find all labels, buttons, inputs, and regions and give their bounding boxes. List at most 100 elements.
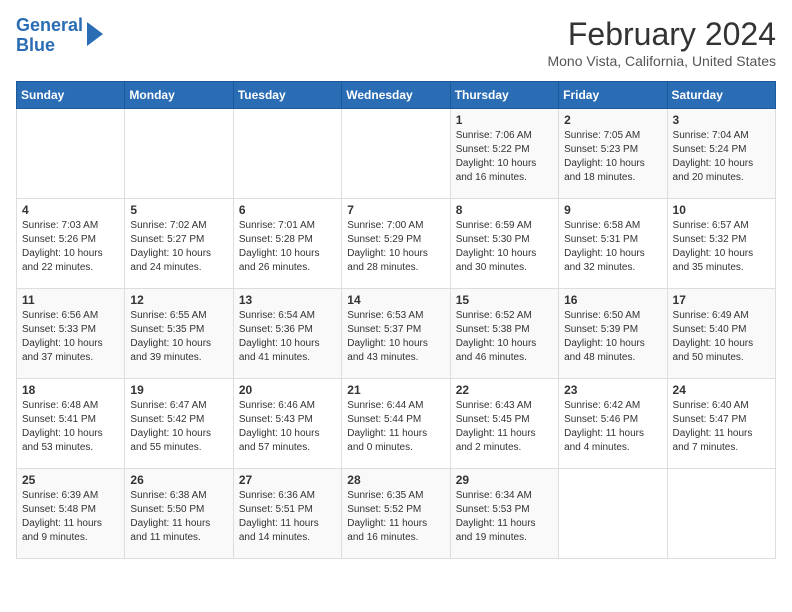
logo-arrow-icon [87,22,103,46]
calendar-cell [559,469,667,559]
calendar-cell: 25Sunrise: 6:39 AM Sunset: 5:48 PM Dayli… [17,469,125,559]
calendar-cell: 21 Sunrise: 6:44 AM Sunset: 5:44 PM Dayli… [342,379,450,469]
calendar-cell: 19 Sunrise: 6:47 AM Sunset: 5:42 PM Dayli… [125,379,233,469]
day-number: 25 [22,473,119,487]
calendar-week-3: 11 Sunrise: 6:56 AM Sunset: 5:33 PM Dayli… [17,289,776,379]
header: General Blue February 2024 Mono Vista, C… [16,16,776,69]
day-number: 6 [239,203,336,217]
day-content: Sunrise: 7:05 AM Sunset: 5:23 PM Dayligh… [564,129,661,185]
day-content: Sunrise: 6:42 AM Sunset: 5:46 PM Dayligh… [564,399,661,455]
month-title: February 2024 [547,16,776,53]
day-number: 16 [564,293,661,307]
day-content: Sunrise: 7:02 AM Sunset: 5:27 PM Dayligh… [130,219,227,275]
day-header-wednesday: Wednesday [342,82,450,109]
day-number: 15 [456,293,553,307]
day-content: Sunrise: 6:35 AM Sunset: 5:52 PM Dayligh… [347,489,444,545]
day-number: 13 [239,293,336,307]
calendar-cell [17,109,125,199]
day-content: Sunrise: 7:03 AM Sunset: 5:26 PM Dayligh… [22,219,119,275]
calendar-week-1: 1Sunrise: 7:06 AM Sunset: 5:22 PM Daylig… [17,109,776,199]
day-number: 19 [130,383,227,397]
calendar-week-5: 25Sunrise: 6:39 AM Sunset: 5:48 PM Dayli… [17,469,776,559]
calendar-cell [125,109,233,199]
day-content: Sunrise: 6:52 AM Sunset: 5:38 PM Dayligh… [456,309,553,365]
day-content: Sunrise: 6:43 AM Sunset: 5:45 PM Dayligh… [456,399,553,455]
calendar-cell: 12Sunrise: 6:55 AM Sunset: 5:35 PM Dayli… [125,289,233,379]
day-number: 17 [673,293,770,307]
day-number: 26 [130,473,227,487]
day-number: 23 [564,383,661,397]
day-content: Sunrise: 6:47 AM Sunset: 5:42 PM Dayligh… [130,399,227,455]
day-number: 8 [456,203,553,217]
day-content: Sunrise: 6:38 AM Sunset: 5:50 PM Dayligh… [130,489,227,545]
day-number: 1 [456,113,553,127]
calendar-cell: 23 Sunrise: 6:42 AM Sunset: 5:46 PM Dayli… [559,379,667,469]
day-number: 28 [347,473,444,487]
day-number: 22 [456,383,553,397]
day-header-thursday: Thursday [450,82,558,109]
logo-text: General Blue [16,16,83,56]
calendar-cell: 11 Sunrise: 6:56 AM Sunset: 5:33 PM Dayli… [17,289,125,379]
calendar-cell: 17 Sunrise: 6:49 AM Sunset: 5:40 PM Dayli… [667,289,775,379]
calendar-cell [667,469,775,559]
day-number: 18 [22,383,119,397]
day-number: 7 [347,203,444,217]
days-header-row: SundayMondayTuesdayWednesdayThursdayFrid… [17,82,776,109]
day-content: Sunrise: 6:56 AM Sunset: 5:33 PM Dayligh… [22,309,119,365]
title-area: February 2024 Mono Vista, California, Un… [547,16,776,69]
logo-general: General [16,15,83,35]
calendar-cell: 26 Sunrise: 6:38 AM Sunset: 5:50 PM Dayli… [125,469,233,559]
calendar-cell: 22 Sunrise: 6:43 AM Sunset: 5:45 PM Dayli… [450,379,558,469]
calendar-cell: 10Sunrise: 6:57 AM Sunset: 5:32 PM Dayli… [667,199,775,289]
day-content: Sunrise: 6:58 AM Sunset: 5:31 PM Dayligh… [564,219,661,275]
day-number: 27 [239,473,336,487]
day-number: 3 [673,113,770,127]
day-content: Sunrise: 6:59 AM Sunset: 5:30 PM Dayligh… [456,219,553,275]
day-content: Sunrise: 7:01 AM Sunset: 5:28 PM Dayligh… [239,219,336,275]
day-content: Sunrise: 6:50 AM Sunset: 5:39 PM Dayligh… [564,309,661,365]
day-content: Sunrise: 7:04 AM Sunset: 5:24 PM Dayligh… [673,129,770,185]
calendar-cell: 9 Sunrise: 6:58 AM Sunset: 5:31 PM Daylig… [559,199,667,289]
day-content: Sunrise: 6:36 AM Sunset: 5:51 PM Dayligh… [239,489,336,545]
location: Mono Vista, California, United States [547,53,776,69]
day-header-tuesday: Tuesday [233,82,341,109]
day-number: 9 [564,203,661,217]
day-content: Sunrise: 6:34 AM Sunset: 5:53 PM Dayligh… [456,489,553,545]
calendar-body: 1Sunrise: 7:06 AM Sunset: 5:22 PM Daylig… [17,109,776,559]
calendar-cell: 20Sunrise: 6:46 AM Sunset: 5:43 PM Dayli… [233,379,341,469]
logo: General Blue [16,16,103,56]
logo-blue: Blue [16,35,55,55]
calendar-cell: 18Sunrise: 6:48 AM Sunset: 5:41 PM Dayli… [17,379,125,469]
calendar-cell: 6 Sunrise: 7:01 AM Sunset: 5:28 PM Daylig… [233,199,341,289]
calendar-week-2: 4 Sunrise: 7:03 AM Sunset: 5:26 PM Daylig… [17,199,776,289]
day-content: Sunrise: 6:57 AM Sunset: 5:32 PM Dayligh… [673,219,770,275]
day-header-sunday: Sunday [17,82,125,109]
day-number: 21 [347,383,444,397]
day-number: 11 [22,293,119,307]
calendar-week-4: 18Sunrise: 6:48 AM Sunset: 5:41 PM Dayli… [17,379,776,469]
day-number: 14 [347,293,444,307]
day-number: 5 [130,203,227,217]
calendar-cell: 2Sunrise: 7:05 AM Sunset: 5:23 PM Daylig… [559,109,667,199]
day-content: Sunrise: 6:40 AM Sunset: 5:47 PM Dayligh… [673,399,770,455]
day-content: Sunrise: 6:53 AM Sunset: 5:37 PM Dayligh… [347,309,444,365]
calendar-cell: 29 Sunrise: 6:34 AM Sunset: 5:53 PM Dayli… [450,469,558,559]
day-content: Sunrise: 6:49 AM Sunset: 5:40 PM Dayligh… [673,309,770,365]
calendar-cell: 14 Sunrise: 6:53 AM Sunset: 5:37 PM Dayli… [342,289,450,379]
calendar-cell [342,109,450,199]
day-content: Sunrise: 6:46 AM Sunset: 5:43 PM Dayligh… [239,399,336,455]
day-number: 24 [673,383,770,397]
day-header-saturday: Saturday [667,82,775,109]
calendar-cell: 4 Sunrise: 7:03 AM Sunset: 5:26 PM Daylig… [17,199,125,289]
calendar-table: SundayMondayTuesdayWednesdayThursdayFrid… [16,81,776,559]
day-content: Sunrise: 6:54 AM Sunset: 5:36 PM Dayligh… [239,309,336,365]
day-number: 29 [456,473,553,487]
day-header-friday: Friday [559,82,667,109]
calendar-cell: 7Sunrise: 7:00 AM Sunset: 5:29 PM Daylig… [342,199,450,289]
calendar-cell: 3 Sunrise: 7:04 AM Sunset: 5:24 PM Daylig… [667,109,775,199]
day-header-monday: Monday [125,82,233,109]
day-content: Sunrise: 6:55 AM Sunset: 5:35 PM Dayligh… [130,309,227,365]
calendar-cell: 8 Sunrise: 6:59 AM Sunset: 5:30 PM Daylig… [450,199,558,289]
day-content: Sunrise: 6:44 AM Sunset: 5:44 PM Dayligh… [347,399,444,455]
day-number: 4 [22,203,119,217]
